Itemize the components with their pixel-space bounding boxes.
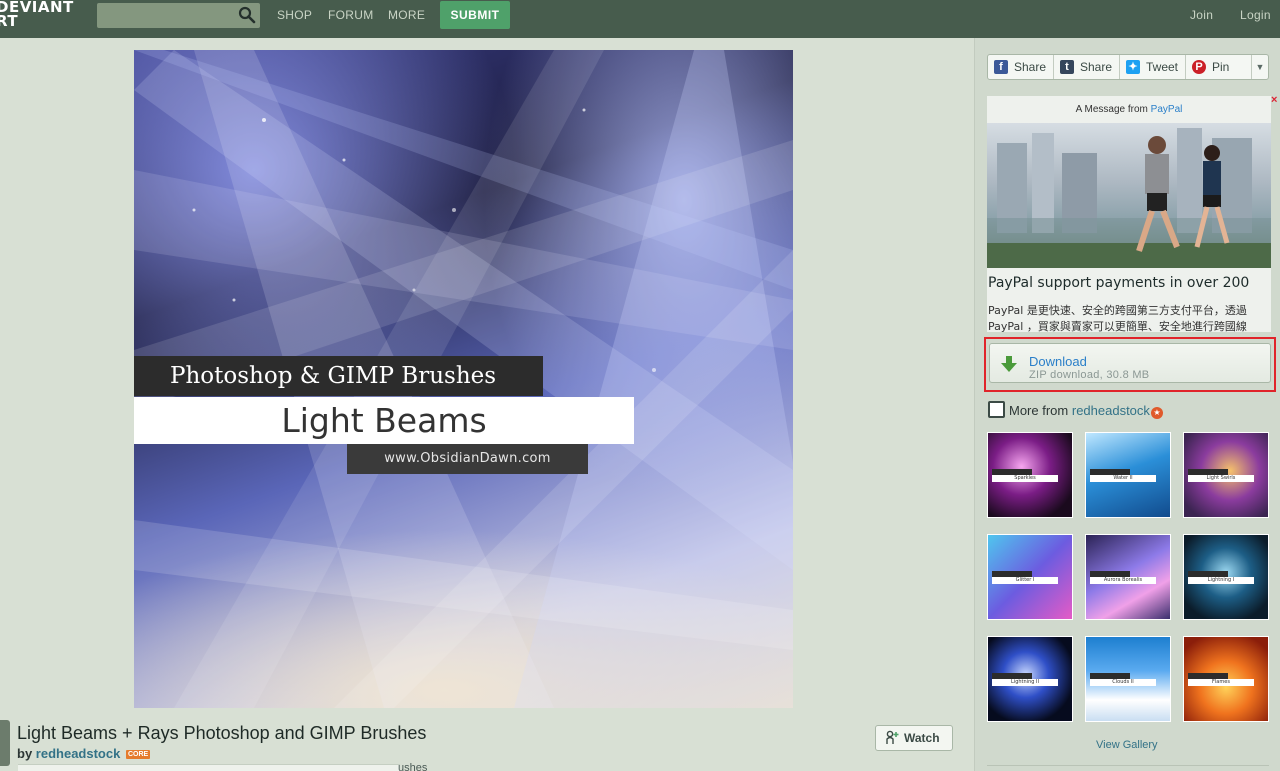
- search-input[interactable]: [97, 3, 233, 28]
- deviation-title: Light Beams + Rays Photoshop and GIMP Br…: [17, 723, 427, 743]
- nav-shop-link[interactable]: SHOP: [277, 8, 312, 22]
- share-bar: f Share t Share ✦ Tweet P Pin ▼: [987, 54, 1269, 80]
- tumblr-share-button[interactable]: t Share: [1054, 55, 1120, 79]
- ad-body-line-2: PayPal ，買家與賣家可以更簡單、安全地進行跨國線: [988, 320, 1247, 332]
- gallery-thumbnail[interactable]: Flames: [1183, 636, 1269, 722]
- by-label: by: [17, 746, 33, 761]
- gallery-thumbnail[interactable]: Lightning I: [1183, 534, 1269, 620]
- pinterest-pin-label: Pin: [1212, 60, 1230, 74]
- thumbnail-label: Glitter I: [992, 577, 1058, 584]
- gallery-thumbnail[interactable]: Lightning II: [987, 636, 1073, 722]
- gallery-frame-icon: [988, 401, 1005, 418]
- join-link[interactable]: Join: [1190, 8, 1213, 22]
- ad-close-icon[interactable]: ×: [1271, 94, 1277, 106]
- deviation-artwork-image[interactable]: Photoshop & GIMP Brushes Light Beams www…: [134, 50, 793, 708]
- download-arrow-icon: [1001, 356, 1017, 372]
- download-label: Download: [1029, 354, 1087, 369]
- more-from-author-link[interactable]: redheadstock: [1072, 403, 1150, 418]
- share-more-dropdown[interactable]: ▼: [1252, 55, 1268, 79]
- thumbnail-label: Light Swirls: [1188, 475, 1254, 482]
- thumbnail-label: Water II: [1090, 475, 1156, 482]
- ad-photo-runners: [987, 123, 1271, 268]
- artwork-website-band: www.ObsidianDawn.com: [347, 444, 588, 474]
- thumbnail-label: Aurora Borealis: [1090, 577, 1156, 584]
- tumblr-share-label: Share: [1080, 60, 1113, 74]
- gallery-thumbnail[interactable]: Water II: [1085, 432, 1171, 518]
- search-icon[interactable]: [238, 6, 256, 24]
- pinterest-icon: P: [1192, 60, 1206, 74]
- top-nav-bar: DEVIANT RT SHOP FORUM MORE SUBMIT Join L…: [0, 0, 1280, 38]
- gallery-thumbnail[interactable]: Clouds II: [1085, 636, 1171, 722]
- view-gallery-link[interactable]: View Gallery: [1096, 739, 1158, 751]
- twitter-tweet-label: Tweet: [1146, 60, 1179, 74]
- gallery-thumbnail[interactable]: Aurora Borealis: [1085, 534, 1171, 620]
- deviantart-logo[interactable]: DEVIANT RT: [0, 0, 80, 30]
- ad-body-text: PayPal 是更快速、安全的跨國第三方支付平台，透過 PayPal ，買家與賣…: [988, 303, 1271, 332]
- nav-more-link[interactable]: MORE: [388, 8, 425, 22]
- thumbnail-label: Clouds II: [1090, 679, 1156, 686]
- submit-button[interactable]: SUBMIT: [440, 1, 510, 29]
- thumbnail-label: Flames: [1188, 679, 1254, 686]
- author-avatar[interactable]: [0, 720, 10, 766]
- logo-line-2: RT: [0, 12, 19, 30]
- thumbnail-label: Lightning II: [992, 679, 1058, 686]
- more-from-prefix: More from: [1009, 403, 1069, 418]
- download-button[interactable]: Download ZIP download, 30.8 MB: [989, 343, 1271, 383]
- pinterest-pin-button[interactable]: P Pin: [1186, 55, 1252, 79]
- nav-forum-link[interactable]: FORUM: [328, 8, 374, 22]
- watch-label: Watch: [904, 731, 940, 745]
- download-file-info: ZIP download, 30.8 MB: [1029, 369, 1150, 381]
- description-text: ushes: [398, 762, 428, 771]
- watch-person-plus-icon: [886, 730, 899, 744]
- ad-header-brand: PayPal: [1150, 104, 1183, 115]
- tumblr-icon: t: [1060, 60, 1074, 74]
- sidebar-divider: [987, 765, 1269, 766]
- twitter-bird-icon: ✦: [1126, 60, 1140, 74]
- search-box: [97, 3, 260, 28]
- author-link[interactable]: redheadstock: [36, 746, 121, 761]
- facebook-icon: f: [994, 60, 1008, 74]
- twitter-tweet-button[interactable]: ✦ Tweet: [1120, 55, 1186, 79]
- gallery-thumbnail[interactable]: Glitter I: [987, 534, 1073, 620]
- watch-button[interactable]: Watch: [875, 725, 953, 751]
- facebook-share-button[interactable]: f Share: [988, 55, 1054, 79]
- paypal-advertisement[interactable]: A Message from PayPal PayPal support pay…: [987, 96, 1271, 332]
- ad-body-line-1: PayPal 是更快速、安全的跨國第三方支付平台，透過: [988, 304, 1247, 317]
- thumbnail-label: Sparkles: [992, 475, 1058, 482]
- chevron-down-icon: ▼: [1255, 62, 1265, 72]
- facebook-share-label: Share: [1014, 60, 1047, 74]
- ad-title: PayPal support payments in over 200: [988, 275, 1250, 291]
- artwork-subtitle-band: Photoshop & GIMP Brushes: [134, 356, 543, 396]
- download-highlight-box: Download ZIP download, 30.8 MB: [984, 337, 1276, 392]
- more-from-heading: More from redheadstock ★: [988, 401, 1163, 419]
- ad-header-prefix: A Message from: [1075, 104, 1148, 115]
- gallery-thumbnail[interactable]: Sparkles: [987, 432, 1073, 518]
- deviation-byline: by redheadstock CORE: [17, 746, 151, 761]
- core-member-badge: CORE: [125, 750, 151, 760]
- thumbnail-label: Lightning I: [1188, 577, 1254, 584]
- ad-header: A Message from PayPal: [987, 104, 1271, 115]
- login-link[interactable]: Login: [1240, 8, 1271, 22]
- description-overlay: [18, 764, 400, 771]
- artwork-title-band: Light Beams: [134, 397, 634, 444]
- gallery-thumbnail[interactable]: Light Swirls: [1183, 432, 1269, 518]
- core-star-badge-icon: ★: [1150, 407, 1163, 419]
